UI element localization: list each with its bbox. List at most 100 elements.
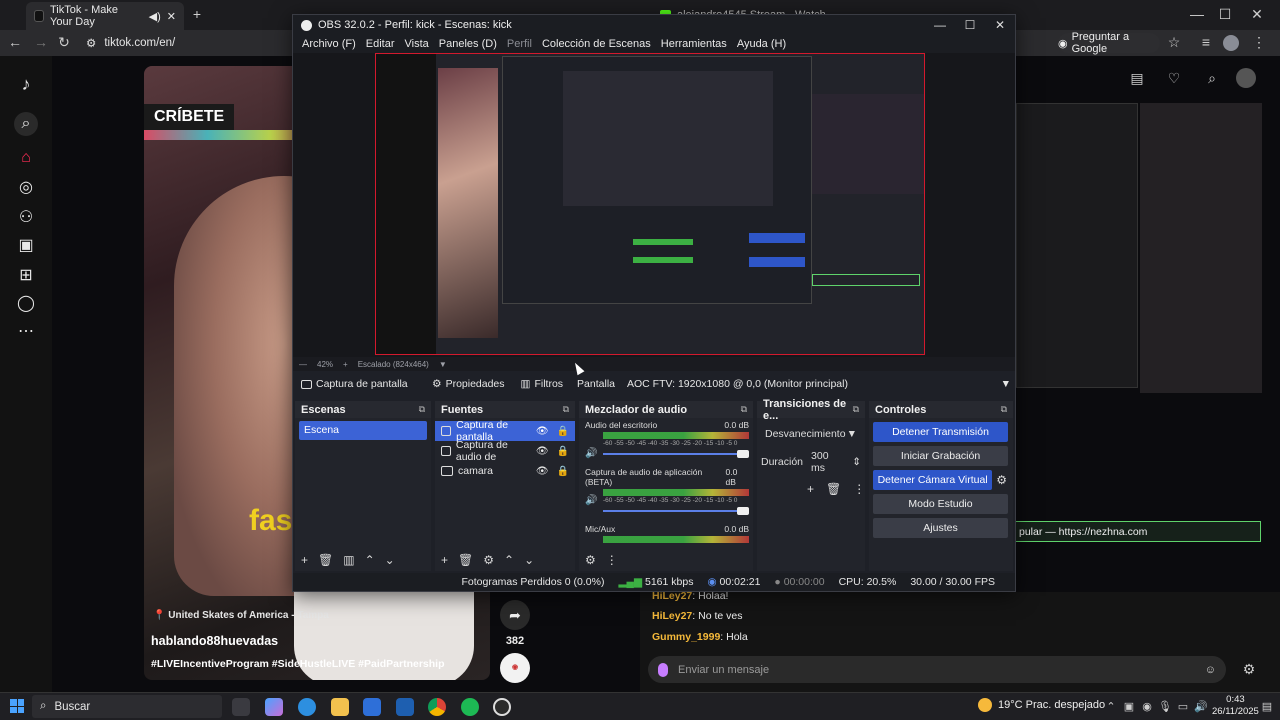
forward-icon[interactable]: →: [32, 34, 50, 50]
audio-icon[interactable]: ◀): [149, 10, 161, 23]
undock-icon[interactable]: ⧉: [419, 404, 425, 415]
properties-button[interactable]: ⚙ Propiedades: [424, 375, 512, 393]
source-item[interactable]: Captura de audio de 👁 🔒: [435, 439, 575, 463]
upload-icon[interactable]: ⊞: [14, 264, 38, 288]
transition-select[interactable]: Desvanecimiento ▼: [761, 424, 861, 444]
speaker-icon[interactable]: 🔊: [585, 448, 597, 459]
maximize-icon[interactable]: ☐: [955, 15, 985, 35]
filter-icon[interactable]: ▥: [343, 553, 354, 567]
windows-start-icon[interactable]: [10, 699, 24, 713]
chat-user[interactable]: HiLey27: [652, 610, 692, 622]
reading-list-icon[interactable]: ≡: [1197, 34, 1215, 50]
menu-profile[interactable]: Perfil: [502, 35, 537, 53]
promo-banner[interactable]: pular — https://nezhna.com: [1014, 521, 1261, 542]
add-icon[interactable]: +: [301, 553, 308, 567]
live-icon[interactable]: ▣: [14, 234, 38, 258]
studio-mode-button[interactable]: Modo Estudio: [873, 494, 1008, 514]
more-options-icon[interactable]: ⋮: [853, 482, 865, 496]
menu-help[interactable]: Ayuda (H): [732, 35, 791, 53]
spotify-icon[interactable]: [461, 698, 479, 716]
outlook-icon[interactable]: [396, 698, 414, 716]
chat-input[interactable]: Enviar un mensaje ☺: [648, 656, 1226, 683]
stop-stream-button[interactable]: Detener Transmisión: [873, 422, 1008, 442]
weather-widget[interactable]: 19°C Prac. despejado: [978, 698, 1105, 712]
chrome-icon[interactable]: [428, 698, 446, 716]
lock-icon[interactable]: 🔒: [557, 466, 569, 477]
tray-icon[interactable]: ◉: [1138, 700, 1156, 713]
tray-icon[interactable]: ▣: [1120, 700, 1138, 713]
file-explorer-icon[interactable]: [331, 698, 349, 716]
emoji-icon[interactable]: ☺: [1205, 664, 1216, 676]
scene-item[interactable]: Escena: [299, 421, 427, 440]
store-icon[interactable]: [363, 698, 381, 716]
home-icon[interactable]: ⌂: [14, 146, 38, 170]
chat-user[interactable]: Gummy_1999: [652, 631, 720, 643]
menu-file[interactable]: Archivo (F): [297, 35, 361, 53]
slider-knob[interactable]: [737, 507, 749, 515]
following-icon[interactable]: ⚇: [14, 206, 38, 230]
move-down-icon[interactable]: ⌄: [524, 553, 534, 567]
site-info-icon[interactable]: ⚙: [86, 36, 96, 50]
speaker-icon[interactable]: 🔊: [585, 495, 597, 506]
eye-icon[interactable]: 👁: [536, 466, 549, 477]
undock-icon[interactable]: ⧉: [563, 404, 569, 415]
microphone-icon[interactable]: 🎙: [1156, 700, 1174, 713]
minimize-icon[interactable]: —: [1188, 6, 1206, 22]
search-icon[interactable]: ⌕: [14, 112, 38, 136]
settings-button[interactable]: Ajustes: [873, 518, 1008, 538]
trash-icon[interactable]: 🗑: [318, 553, 333, 567]
move-up-icon[interactable]: ⌃: [504, 553, 514, 567]
lock-icon[interactable]: 🔒: [557, 426, 569, 437]
share-icon[interactable]: ➦: [500, 600, 530, 630]
browser-tab-tiktok[interactable]: TikTok - Make Your Day ◀) ✕: [26, 2, 184, 30]
menu-tools[interactable]: Herramientas: [656, 35, 732, 53]
taskbar-clock[interactable]: 0:43 26/11/2025: [1212, 694, 1259, 718]
video-username[interactable]: hablando88huevadas: [151, 634, 278, 648]
video-location[interactable]: 📍 United Skates of America - Tampa: [153, 610, 329, 621]
filters-button[interactable]: ▥ Filtros: [513, 375, 572, 393]
close-window-icon[interactable]: ✕: [1248, 6, 1266, 23]
volume-slider[interactable]: [603, 449, 749, 459]
move-up-icon[interactable]: ⌃: [365, 553, 375, 567]
undock-icon[interactable]: ⧉: [853, 404, 859, 415]
tiktok-logo-icon[interactable]: ♪: [14, 72, 38, 96]
undock-icon[interactable]: ⧉: [741, 404, 747, 415]
explore-icon[interactable]: ◎: [14, 176, 38, 200]
undock-icon[interactable]: ⧉: [1001, 404, 1007, 415]
start-recording-button[interactable]: Iniciar Grabación: [873, 446, 1008, 466]
tray-chevron-icon[interactable]: ⌃: [1102, 700, 1120, 713]
menu-edit[interactable]: Editar: [361, 35, 400, 53]
profile-icon[interactable]: ◯: [14, 292, 38, 316]
task-view-icon[interactable]: [232, 698, 250, 716]
edge-icon[interactable]: [298, 698, 316, 716]
trash-icon[interactable]: 🗑: [458, 553, 473, 567]
heart-icon[interactable]: ♡: [1165, 70, 1183, 87]
volume-slider[interactable]: [603, 506, 749, 516]
source-item[interactable]: camara 👁 🔒: [435, 461, 575, 481]
zoom-out-icon[interactable]: —: [299, 360, 307, 369]
menu-view[interactable]: Vista: [400, 35, 434, 53]
source-item[interactable]: Captura de pantalla 👁 🔒: [435, 419, 575, 443]
creator-avatar[interactable]: ◉: [500, 653, 530, 683]
volume-icon[interactable]: 🔊: [1192, 700, 1210, 713]
add-icon[interactable]: +: [441, 553, 448, 567]
menu-docks[interactable]: Paneles (D): [434, 35, 502, 53]
mic-icon[interactable]: [658, 662, 668, 677]
stepper-icon[interactable]: ⇕: [852, 456, 861, 468]
close-tab-icon[interactable]: ✕: [167, 10, 176, 23]
eye-icon[interactable]: 👁: [536, 446, 549, 457]
user-avatar[interactable]: [1236, 68, 1256, 88]
screen-select[interactable]: AOC FTV: 1920x1080 @ 0,0 (Monitor princi…: [623, 375, 1015, 393]
obs-preview[interactable]: [293, 53, 1015, 357]
slider-knob[interactable]: [737, 450, 749, 458]
new-tab-icon[interactable]: +: [188, 6, 206, 22]
lock-icon[interactable]: 🔒: [557, 446, 569, 457]
obs-taskbar-icon[interactable]: [493, 698, 511, 716]
taskbar-search[interactable]: ⌕ Buscar: [32, 695, 222, 718]
add-icon[interactable]: +: [807, 482, 814, 496]
gear-icon[interactable]: ⚙: [996, 473, 1007, 487]
zoom-dropdown-icon[interactable]: ▼: [439, 360, 447, 369]
advanced-audio-icon[interactable]: ⚙: [585, 553, 596, 567]
browser-menu-icon[interactable]: ⋮: [1250, 34, 1268, 51]
close-icon[interactable]: ✕: [985, 15, 1015, 35]
